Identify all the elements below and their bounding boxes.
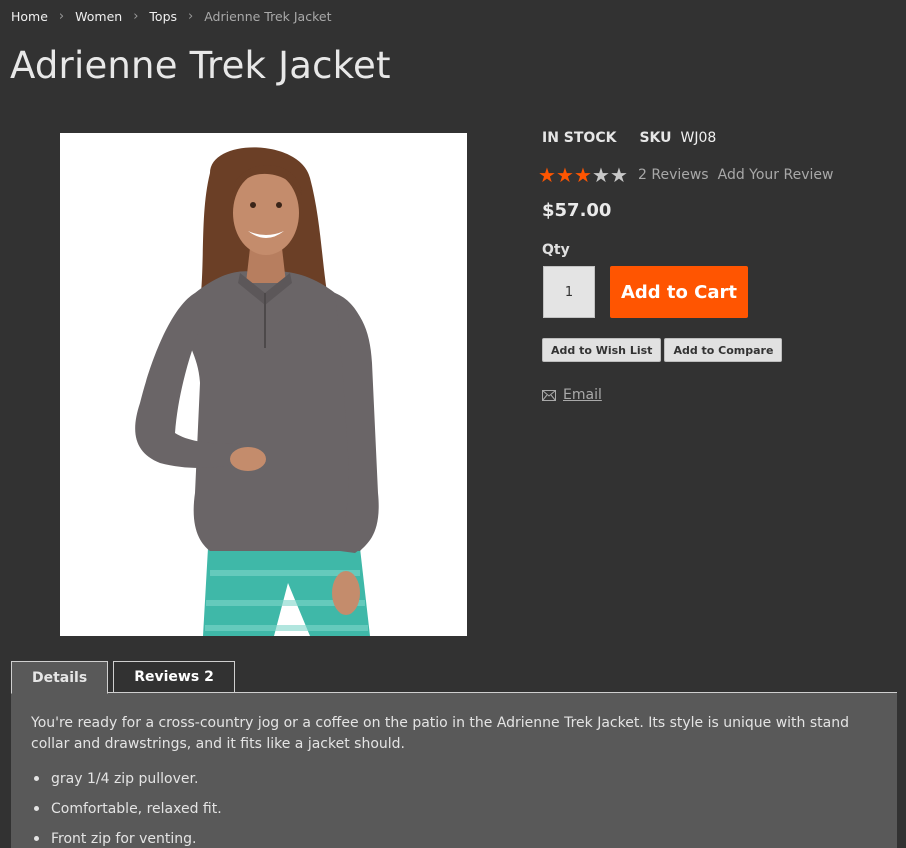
star-icon: ★ — [592, 163, 610, 187]
chevron-right-icon: › — [188, 9, 194, 24]
breadcrumb: Home › Women › Tops › Adrienne Trek Jack… — [11, 9, 331, 24]
product-description: You're ready for a cross-country jog or … — [31, 715, 849, 752]
qty-input[interactable] — [543, 266, 595, 318]
star-icon: ★ — [574, 163, 592, 187]
details-panel: You're ready for a cross-country jog or … — [11, 692, 897, 848]
add-to-cart-button[interactable]: Add to Cart — [610, 266, 748, 318]
product-price: $57.00 — [542, 200, 612, 221]
chevron-right-icon: › — [133, 9, 139, 24]
tab-reviews-label: Reviews — [134, 669, 200, 685]
breadcrumb-home[interactable]: Home — [11, 9, 48, 24]
breadcrumb-women[interactable]: Women — [75, 9, 122, 24]
tab-reviews-count: 2 — [204, 669, 214, 685]
chevron-right-icon: › — [58, 9, 65, 24]
list-item: gray 1/4 zip pullover. — [31, 764, 877, 794]
star-icon: ★ — [610, 163, 628, 187]
stock-sku-row: IN STOCK SKU WJ08 — [542, 130, 892, 152]
tab-details-label: Details — [32, 669, 88, 686]
reviews-count-link[interactable]: 2 Reviews — [638, 167, 709, 183]
tab-details[interactable]: Details — [11, 661, 109, 694]
product-tabs: Details Reviews 2 — [11, 661, 240, 694]
list-item: Front zip for venting. — [31, 824, 877, 848]
breadcrumb-current: Adrienne Trek Jacket — [204, 9, 332, 24]
email-label: Email — [563, 387, 602, 403]
rating-stars: ★ ★ ★ ★ ★ — [538, 165, 628, 185]
star-icon: ★ — [556, 163, 574, 187]
rating-row: ★ ★ ★ ★ ★ 2 Reviews Add Your Review — [538, 165, 842, 185]
product-image[interactable] — [60, 133, 467, 636]
product-info-panel: IN STOCK SKU WJ08 ★ ★ ★ ★ ★ 2 Reviews Ad… — [538, 130, 892, 403]
email-link[interactable]: Email — [542, 387, 602, 403]
feature-list: gray 1/4 zip pullover. Comfortable, rela… — [31, 764, 877, 848]
qty-label: Qty — [542, 242, 570, 258]
envelope-icon — [542, 389, 556, 401]
breadcrumb-tops[interactable]: Tops — [149, 9, 177, 24]
list-item: Comfortable, relaxed fit. — [31, 794, 877, 824]
secondary-actions: Add to Wish List Add to Compare — [542, 338, 785, 362]
stock-status: IN STOCK — [542, 130, 617, 146]
sku-label: SKU — [639, 130, 672, 146]
sku-value: WJ08 — [680, 130, 717, 146]
page-title: Adrienne Trek Jacket — [10, 44, 391, 87]
product-photo-illustration — [60, 133, 467, 636]
add-review-link[interactable]: Add Your Review — [718, 167, 834, 183]
add-to-compare-button[interactable]: Add to Compare — [664, 338, 783, 362]
star-icon: ★ — [538, 163, 556, 187]
tab-reviews[interactable]: Reviews 2 — [113, 661, 235, 693]
add-to-wishlist-button[interactable]: Add to Wish List — [542, 338, 662, 362]
